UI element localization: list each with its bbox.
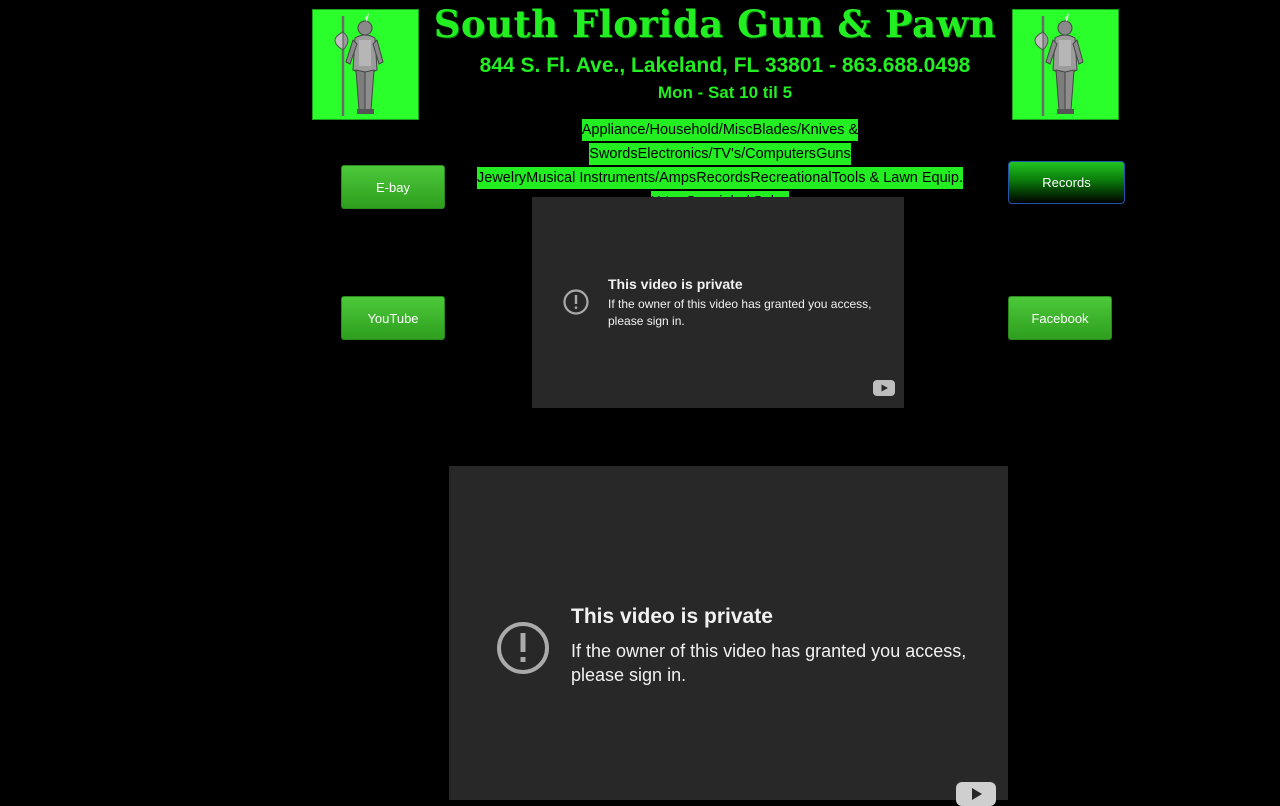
video-private-message: If the owner of this video has granted y… [608,297,872,328]
category-nav-row: Appliance/Household/MiscBlades/Knives & … [450,118,990,166]
alert-icon [497,622,549,674]
youtube-logo-icon[interactable] [873,380,895,396]
video-private-title: This video is private [571,605,773,628]
nav-link-records[interactable]: Records [696,167,751,189]
site-title: South Florida Gun & Pawn [433,2,997,46]
nav-link-recreational[interactable]: Recreational [750,167,832,189]
video-embed-small[interactable]: This video is private If the owner of th… [532,197,904,408]
nav-link-tools[interactable]: Tools & Lawn Equip. [831,167,963,189]
facebook-button[interactable]: Facebook [1008,296,1112,340]
youtube-button[interactable]: YouTube [341,296,445,340]
nav-link-guns[interactable]: Guns [816,143,851,165]
store-address: 844 S. Fl. Ave., Lakeland, FL 33801 - 86… [479,54,971,77]
nav-link-musical-instruments[interactable]: Musical Instruments/Amps [526,167,697,189]
category-nav-row: JewelryMusical Instruments/AmpsRecordsRe… [450,166,990,190]
nav-link-jewelry[interactable]: Jewelry [477,167,527,189]
ebay-button[interactable]: E-bay [341,165,445,209]
store-hours: Mon - Sat 10 til 5 [657,83,793,102]
youtube-logo-icon[interactable] [956,782,996,806]
video-private-title: This video is private [608,276,743,292]
nav-link-appliance[interactable]: Appliance/Household/Misc [581,119,753,141]
video-embed-large[interactable]: This video is private If the owner of th… [449,466,1008,806]
nav-link-electronics[interactable]: Electronics/TV's/Computers [637,143,817,165]
video-private-message: If the owner of this video has granted y… [571,641,967,685]
alert-icon [563,289,589,315]
records-button[interactable]: Records [1008,161,1125,204]
